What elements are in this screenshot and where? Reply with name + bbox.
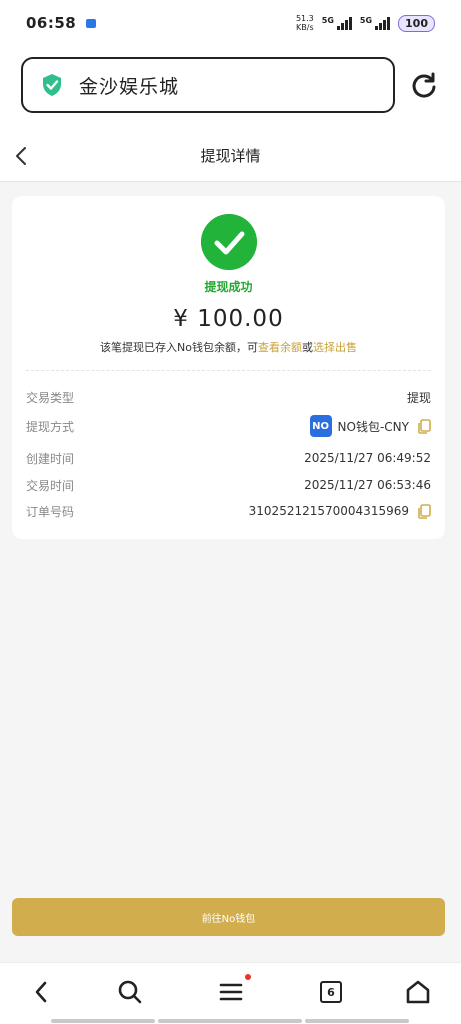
browser-bottom-bar: 6 <box>0 962 461 1024</box>
success-check-icon <box>201 214 257 270</box>
go-to-no-wallet-button[interactable]: 前往No钱包 <box>12 898 445 936</box>
no-wallet-logo: NO <box>309 415 332 437</box>
clock: 06:58 <box>26 14 77 32</box>
notification-dot <box>245 974 251 980</box>
choose-sell-link[interactable]: 选择出售 <box>313 341 357 354</box>
battery-indicator: 100 <box>398 14 435 32</box>
detail-row-transaction-time: 交易时间 2025/11/27 06:53:46 <box>26 478 431 493</box>
signal-sim1-icon: 5G <box>322 16 352 30</box>
copy-icon[interactable] <box>417 503 431 519</box>
search-icon <box>118 980 142 1004</box>
divider <box>26 370 431 371</box>
notification-icon <box>86 18 97 28</box>
address-bar[interactable]: 金沙娱乐城 <box>21 57 395 113</box>
site-title: 金沙娱乐城 <box>79 75 180 98</box>
gesture-handle <box>305 1019 409 1023</box>
view-balance-link[interactable]: 查看余额 <box>258 341 302 354</box>
page-title: 提现详情 <box>200 147 261 165</box>
withdrawal-detail-card: 提现成功 ¥ 100.00 该笔提现已存入No钱包余额，可查看余额或选择出售 交… <box>12 196 445 539</box>
home-icon <box>406 980 430 1004</box>
tab-count-icon: 6 <box>320 981 342 1003</box>
detail-row-method: 提现方式 NO NO钱包-CNY <box>26 415 431 437</box>
home-button[interactable] <box>403 977 433 1007</box>
back-button[interactable] <box>27 977 57 1007</box>
result-note: 该笔提现已存入No钱包余额，可查看余额或选择出售 <box>100 341 357 354</box>
tabs-button[interactable]: 6 <box>316 977 346 1007</box>
status-icons: 51.3 KB/s 5G 5G 100 <box>296 14 435 32</box>
back-arrow-icon[interactable] <box>12 144 32 168</box>
hamburger-menu-icon <box>219 983 243 1001</box>
status-bar: 06:58 51.3 KB/s 5G 5G 100 <box>0 0 461 46</box>
detail-row-created: 创建时间 2025/11/27 06:49:52 <box>26 451 431 466</box>
network-speed: 51.3 KB/s <box>295 14 314 32</box>
chevron-left-icon <box>35 981 47 1003</box>
detail-row-type: 交易类型 提现 <box>26 390 431 405</box>
detail-row-order-number: 订单号码 310252121570004315969 <box>26 500 431 522</box>
gesture-handle <box>51 1019 155 1023</box>
reload-icon[interactable] <box>410 71 438 99</box>
signal-sim2-icon: 5G <box>360 16 391 30</box>
page-header: 提现详情 <box>0 130 461 182</box>
status-label: 提现成功 <box>204 280 253 294</box>
copy-icon[interactable] <box>417 418 431 434</box>
browser-toolbar: 金沙娱乐城 <box>0 46 461 130</box>
menu-button[interactable] <box>216 977 246 1007</box>
shield-check-icon <box>43 74 61 96</box>
gesture-handle <box>158 1019 302 1023</box>
search-button[interactable] <box>115 977 145 1007</box>
amount: ¥ 100.00 <box>173 306 284 332</box>
